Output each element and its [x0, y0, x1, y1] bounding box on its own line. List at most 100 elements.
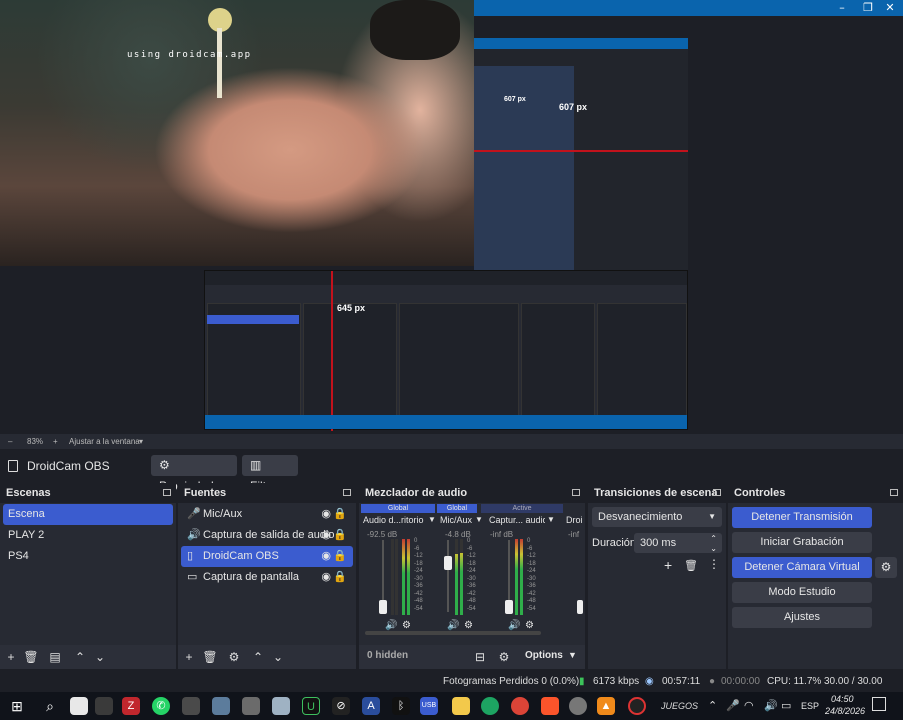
source-item[interactable]: ▯ DroidCam OBS ◉ 🔒	[181, 546, 353, 567]
scene-item[interactable]: Escena	[3, 504, 173, 525]
settings-button[interactable]: Ajustes	[732, 607, 872, 628]
app-icon[interactable]	[272, 697, 290, 715]
lock-icon[interactable]: 🔒	[333, 567, 347, 588]
eye-icon[interactable]: ◉	[321, 504, 331, 525]
layout-icon[interactable]: ⊟	[472, 649, 488, 665]
eye-icon[interactable]: ◉	[321, 525, 331, 546]
folder-icon[interactable]	[452, 697, 470, 715]
clock-date[interactable]: 24/8/2026	[825, 706, 865, 716]
chevron-down-icon[interactable]: ⌄	[270, 649, 286, 665]
chevron-down-icon[interactable]: ▼	[547, 515, 555, 524]
zoom-out-button[interactable]: –	[8, 437, 12, 446]
chevron-down-icon[interactable]: ▼	[475, 515, 483, 524]
fader-knob[interactable]	[444, 556, 452, 570]
gear-icon[interactable]: ⚙	[226, 649, 242, 665]
stop-streaming-button[interactable]: Detener Transmisión	[732, 507, 872, 528]
app-icon[interactable]	[212, 697, 230, 715]
trash-icon[interactable]: 🗑	[684, 559, 698, 572]
eye-icon[interactable]: ◉	[321, 567, 331, 588]
popout-icon[interactable]	[713, 489, 721, 496]
brave-icon[interactable]	[541, 697, 559, 715]
popout-icon[interactable]	[572, 489, 580, 496]
hidden-count[interactable]: 0 hidden	[367, 650, 408, 661]
close-icon[interactable]: ✕	[877, 0, 903, 16]
windows-start-icon[interactable]: ⊞	[8, 697, 26, 715]
chevron-up-icon[interactable]: ⌃	[708, 699, 717, 712]
add-icon[interactable]: +	[3, 649, 19, 665]
obs-icon[interactable]	[628, 697, 646, 715]
transition-select[interactable]: Desvanecimiento ▼	[592, 507, 722, 527]
speaker-icon[interactable]: 🔊	[508, 620, 520, 631]
duration-spinbox[interactable]: 300 ms ⌃ ⌄	[634, 533, 722, 553]
upwork-icon[interactable]: U	[302, 697, 320, 715]
chevron-down-icon[interactable]: ⌄	[92, 649, 108, 665]
clock-time[interactable]: 04:50	[831, 694, 854, 704]
app-icon[interactable]	[95, 697, 113, 715]
scene-item[interactable]: PLAY 2	[3, 525, 173, 546]
speaker-icon[interactable]: 🔊	[385, 620, 397, 631]
source-item[interactable]: 🔊 Captura de salida de audio ◉ 🔒	[181, 525, 353, 546]
lock-icon[interactable]: 🔒	[333, 525, 347, 546]
filezilla-icon[interactable]: Z	[122, 697, 140, 715]
chevron-down-icon[interactable]: ▼	[568, 650, 577, 660]
source-item[interactable]: 🎤 Mic/Aux ◉ 🔒	[181, 504, 353, 525]
filters-button[interactable]: ▥ Filtros	[242, 455, 298, 493]
gear-icon[interactable]: ⚙	[464, 620, 473, 631]
trash-icon[interactable]: 🗑	[202, 649, 218, 665]
chevron-down-icon[interactable]: ⌄	[710, 539, 717, 559]
more-icon[interactable]: ⋮	[708, 557, 720, 571]
options-button[interactable]: Options	[525, 650, 563, 661]
mic-icon[interactable]: 🎤	[726, 699, 740, 712]
app-icon[interactable]	[242, 697, 260, 715]
properties-button[interactable]: ⚙ Propiedades	[151, 455, 237, 493]
file-icon[interactable]	[70, 697, 88, 715]
search-icon[interactable]: ⌕	[41, 697, 59, 715]
minimize-icon[interactable]: –	[829, 0, 855, 16]
eye-icon[interactable]: ◉	[321, 546, 331, 567]
whatsapp-icon[interactable]: ✆	[152, 697, 170, 715]
lock-icon[interactable]: 🔒	[333, 546, 347, 567]
fader-knob[interactable]	[379, 600, 387, 614]
preview-canvas[interactable]: using droidcam.app – ❐ ✕ 607 px 607 px 6…	[0, 0, 903, 434]
chevron-down-icon[interactable]: ▼	[428, 515, 436, 524]
vlc-icon[interactable]: ▲	[597, 697, 615, 715]
fit-window-label[interactable]: Ajustar a la ventana	[69, 437, 140, 446]
gear-icon[interactable]: ⚙	[496, 649, 512, 665]
lock-icon[interactable]: 🔒	[333, 504, 347, 525]
studio-mode-button[interactable]: Modo Estudio	[732, 582, 872, 603]
wifi-icon[interactable]: ◠	[744, 699, 754, 712]
chevron-up-icon[interactable]: ⌃	[72, 649, 88, 665]
bluetooth-icon[interactable]: ᛒ	[392, 697, 410, 715]
app-icon[interactable]	[481, 697, 499, 715]
speaker-icon[interactable]: 🔊	[447, 620, 459, 631]
gear-icon[interactable]: ⚙	[402, 620, 411, 631]
add-icon[interactable]: +	[664, 557, 672, 573]
start-recording-button[interactable]: Iniciar Grabación	[732, 532, 872, 553]
app-icon[interactable]: ⊘	[332, 697, 350, 715]
add-icon[interactable]: +	[181, 649, 197, 665]
battery-icon[interactable]: ▭	[781, 699, 791, 712]
stop-virtual-camera-button[interactable]: Detener Cámara Virtual	[732, 557, 872, 578]
mixer-tab[interactable]: Global	[361, 504, 435, 513]
volume-fader[interactable]	[447, 540, 449, 612]
notification-icon[interactable]	[872, 697, 886, 711]
filter-icon[interactable]: ▤	[47, 649, 63, 665]
popout-icon[interactable]	[890, 489, 898, 496]
pinned-label[interactable]: JUEGOS	[661, 701, 698, 711]
zoom-in-button[interactable]: +	[53, 437, 58, 446]
app-icon[interactable]: A	[362, 697, 380, 715]
gear-icon[interactable]: ⚙	[525, 620, 534, 631]
popout-icon[interactable]	[163, 489, 171, 496]
app-icon[interactable]: USB	[420, 697, 438, 715]
chrome-icon[interactable]	[511, 697, 529, 715]
mixer-scrollbar[interactable]	[365, 631, 541, 635]
chevron-down-icon[interactable]: ▾	[139, 437, 143, 446]
volume-icon[interactable]: 🔊	[764, 699, 778, 712]
source-item[interactable]: ▭ Captura de pantalla ◉ 🔒	[181, 567, 353, 588]
mixer-tab[interactable]: Global	[437, 504, 477, 513]
app-icon[interactable]	[569, 697, 587, 715]
gear-icon[interactable]: ⚙	[875, 557, 897, 578]
app-icon[interactable]	[182, 697, 200, 715]
mixer-tab[interactable]: Active	[481, 504, 563, 513]
trash-icon[interactable]: 🗑	[23, 649, 39, 665]
